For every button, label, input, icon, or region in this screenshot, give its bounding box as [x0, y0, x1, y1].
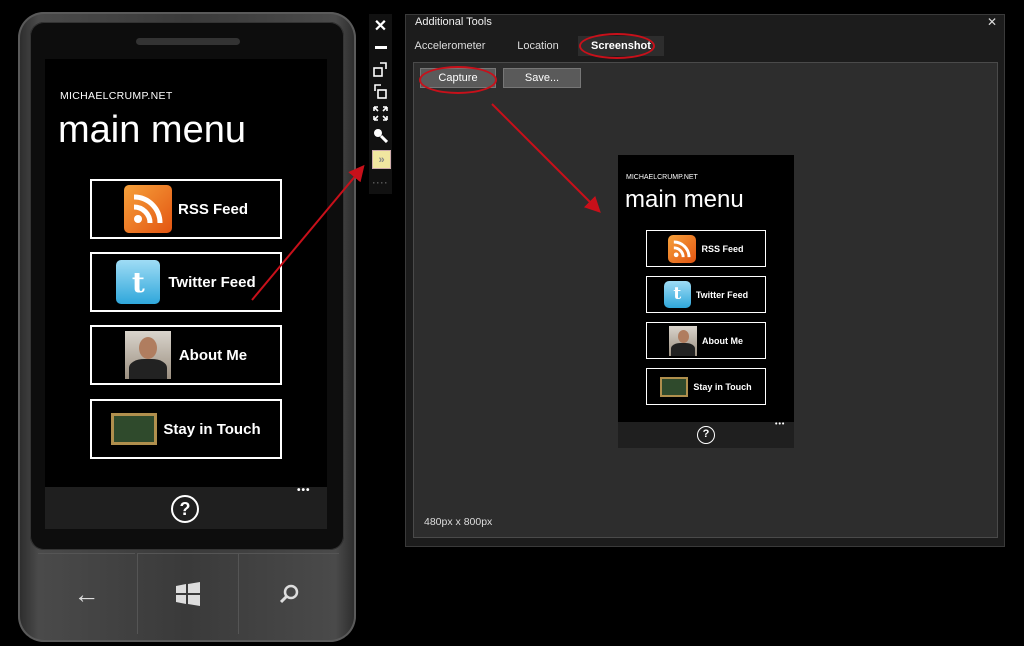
arrow-to-tools-button [251, 164, 365, 301]
arrow-to-preview [491, 103, 601, 213]
annotation-arrows [251, 103, 601, 301]
